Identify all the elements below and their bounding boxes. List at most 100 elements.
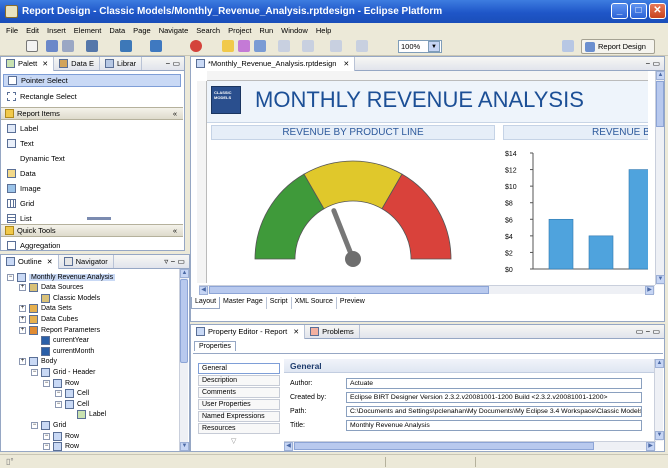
bar[interactable] xyxy=(548,218,574,270)
palette-item-image[interactable]: Image xyxy=(3,182,41,195)
outline-node[interactable]: −Label xyxy=(67,410,106,420)
palette-item-dynamic-text[interactable]: Dynamic Text xyxy=(3,152,65,165)
bar[interactable] xyxy=(628,169,648,270)
prop-side-comments[interactable]: Comments xyxy=(198,387,280,398)
forward-icon[interactable] xyxy=(356,40,368,52)
new-icon[interactable] xyxy=(26,40,38,52)
author-field[interactable]: Actuate xyxy=(346,378,642,389)
chevron-down-icon[interactable]: ▽ xyxy=(231,437,236,445)
outline-node[interactable]: + Body xyxy=(19,357,57,367)
view-menu-icon[interactable]: ▿ − ▭ xyxy=(164,257,185,266)
editor-vscroll-thumb[interactable] xyxy=(656,81,664,127)
outline-node[interactable]: + Data Cubes xyxy=(19,314,78,324)
outline-node[interactable]: −currentYear xyxy=(31,336,89,346)
report-title[interactable]: MONTHLY REVENUE ANALYSIS xyxy=(255,87,584,113)
outline-node[interactable]: − Grid - Header xyxy=(31,367,95,377)
outline-node[interactable]: − Row xyxy=(43,378,79,388)
next-annotation-icon[interactable] xyxy=(302,40,314,52)
open-folder-icon[interactable] xyxy=(222,40,234,52)
save-icon[interactable] xyxy=(46,40,58,52)
close-icon[interactable]: ✕ xyxy=(343,60,349,68)
palette-item-label[interactable]: Label xyxy=(3,122,38,135)
back-icon[interactable] xyxy=(330,40,342,52)
close-icon[interactable]: ✕ xyxy=(42,60,48,68)
edit-icon[interactable] xyxy=(238,40,250,52)
minimize-view-icon[interactable]: − ▭ xyxy=(166,59,180,68)
outline-node[interactable]: − Cell xyxy=(55,399,89,409)
prop-side-resources[interactable]: Resources xyxy=(198,423,280,434)
save-all-icon[interactable] xyxy=(62,40,74,52)
menu-page[interactable]: Page xyxy=(129,26,155,35)
tab-library[interactable]: Librar xyxy=(100,57,143,70)
expand-toggle-icon[interactable]: − xyxy=(31,368,38,376)
tab-preview[interactable]: Preview xyxy=(337,297,368,309)
expand-toggle-icon[interactable]: + xyxy=(19,305,26,313)
palette-pointer-select[interactable]: Pointer Select xyxy=(3,74,181,87)
menu-window[interactable]: Window xyxy=(277,26,312,35)
created-by-field[interactable]: Eclipse BIRT Designer Version 2.3.2.v200… xyxy=(346,392,642,403)
maximize-button[interactable]: □ xyxy=(630,3,647,19)
tab-data-explorer[interactable]: Data E xyxy=(54,57,100,70)
scroll-right-icon[interactable]: ▶ xyxy=(646,442,655,451)
chevron-down-icon[interactable]: ▼ xyxy=(428,41,440,52)
maximize-editor-icon[interactable]: − ▭ xyxy=(646,59,660,68)
menu-search[interactable]: Search xyxy=(192,26,224,35)
outline-node[interactable]: −Classic Models xyxy=(31,293,100,303)
scroll-left-icon[interactable]: ◀ xyxy=(284,442,293,451)
tab-navigator[interactable]: Navigator xyxy=(59,255,114,268)
expand-toggle-icon[interactable]: − xyxy=(31,421,38,429)
revenue-bar-chart[interactable]: $14 $12 $10 $8 $6 $4 $2 $0 xyxy=(503,141,648,283)
tab-outline[interactable]: Outline ✕ xyxy=(1,255,59,269)
properties-vscroll[interactable]: ▲ ▼ xyxy=(654,359,664,441)
outline-node[interactable]: + Data Sources xyxy=(19,283,83,293)
scroll-up-icon[interactable]: ▲ xyxy=(655,359,664,368)
revenue-gauge-chart[interactable] xyxy=(211,141,495,283)
report-items-drawer[interactable]: Report Items « xyxy=(1,107,183,120)
expand-toggle-icon[interactable]: − xyxy=(7,273,14,281)
prop-side-general[interactable]: General xyxy=(198,363,280,374)
scroll-down-icon[interactable]: ▼ xyxy=(655,431,664,440)
menu-help[interactable]: Help xyxy=(312,26,335,35)
expand-toggle-icon[interactable]: − xyxy=(43,432,50,440)
expand-toggle-icon[interactable]: − xyxy=(55,390,62,398)
close-icon[interactable]: ✕ xyxy=(47,258,53,266)
expand-toggle-icon[interactable]: + xyxy=(19,315,26,323)
expand-toggle-icon[interactable]: − xyxy=(43,443,50,451)
properties-hscroll-thumb[interactable] xyxy=(294,442,594,450)
open-perspective-icon[interactable] xyxy=(562,40,574,52)
menu-project[interactable]: Project xyxy=(224,26,255,35)
layout-canvas[interactable]: CLASSIC MODELS MONTHLY REVENUE ANALYSIS … xyxy=(207,81,648,283)
menu-element[interactable]: Element xyxy=(70,26,106,35)
outline-node[interactable]: + Report Parameters xyxy=(19,325,100,335)
menu-data[interactable]: Data xyxy=(105,26,129,35)
tab-master-page[interactable]: Master Page xyxy=(220,297,267,309)
expand-toggle-icon[interactable]: + xyxy=(19,358,26,366)
quick-tools-drawer[interactable]: Quick Tools « xyxy=(1,224,183,237)
menu-run[interactable]: Run xyxy=(255,26,277,35)
outline-node[interactable]: + Data Sets xyxy=(19,304,72,314)
annotation-icon[interactable] xyxy=(278,40,290,52)
minimize-button[interactable]: _ xyxy=(611,3,628,19)
tab-xml-source[interactable]: XML Source xyxy=(292,297,337,309)
expand-toggle-icon[interactable]: + xyxy=(19,284,26,292)
scroll-down-icon[interactable]: ▼ xyxy=(180,442,189,451)
tab-script[interactable]: Script xyxy=(267,297,292,309)
outline-scroll-thumb[interactable] xyxy=(180,279,188,363)
prop-side-description[interactable]: Description xyxy=(198,375,280,386)
menu-navigate[interactable]: Navigate xyxy=(155,26,193,35)
editor-vscroll[interactable]: ▲ ▼ xyxy=(655,71,665,285)
tab-problems[interactable]: Problems xyxy=(305,325,360,338)
outline-node[interactable]: −currentMonth xyxy=(31,346,94,356)
import-icon[interactable] xyxy=(86,40,98,52)
close-icon[interactable]: ✕ xyxy=(293,328,299,336)
menu-file[interactable]: File xyxy=(2,26,22,35)
scroll-left-icon[interactable]: ◀ xyxy=(199,286,208,295)
tab-layout[interactable]: Layout xyxy=(191,297,221,309)
search-icon[interactable] xyxy=(190,40,202,52)
outline-scrollbar[interactable]: ▲ ▼ xyxy=(179,269,189,451)
editor-hscroll[interactable]: ◀ ▶ xyxy=(199,285,655,295)
editor-hscroll-thumb[interactable] xyxy=(209,286,489,294)
perspective-report-design[interactable]: Report Design xyxy=(581,39,655,54)
menu-insert[interactable]: Insert xyxy=(43,26,70,35)
tab-property-editor[interactable]: Property Editor - Report ✕ xyxy=(191,324,306,339)
